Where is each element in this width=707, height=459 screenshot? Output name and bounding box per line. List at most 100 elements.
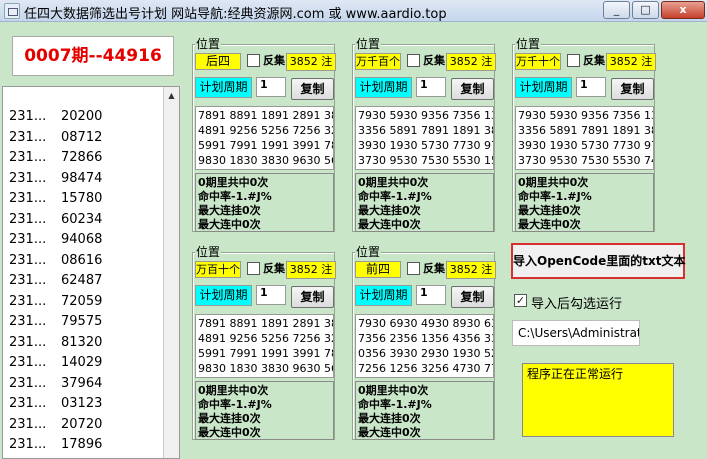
numbers-line: 7930 5930 9356 7356 1356	[358, 109, 493, 122]
invert-checkbox[interactable]	[247, 262, 260, 275]
list-item-issue: 231...	[9, 416, 47, 432]
list-item[interactable]: 231... 94068	[3, 232, 165, 253]
list-item-number: 17896	[61, 437, 103, 452]
numbers-line: 7356 2356 1356 4356 3356	[358, 332, 493, 345]
count-field: 3852 注	[446, 261, 496, 279]
invert-label: 反集	[583, 54, 605, 67]
count-field: 3852 注	[286, 261, 336, 279]
position-select[interactable]: 万百十个	[195, 261, 241, 278]
close-button[interactable]: x	[661, 1, 705, 19]
list-item[interactable]: 231... 60234	[3, 212, 165, 233]
list-item[interactable]: 231... 37964	[3, 376, 165, 397]
numbers-line: 3356 5891 7891 1891 3891	[518, 124, 653, 137]
stats-line: 最大连挂0次	[358, 412, 421, 425]
list-item-issue: 231...	[9, 355, 47, 370]
list-item[interactable]: 231... 03123	[3, 396, 165, 417]
copy-button[interactable]: 复制	[291, 286, 334, 308]
position-select[interactable]: 万千十个	[515, 53, 561, 70]
list-item-issue: 231...	[9, 129, 47, 145]
invert-label: 反集	[423, 262, 445, 275]
list-item-number: 03123	[61, 396, 103, 411]
numbers-box[interactable]: 7930 5930 9356 7356 1356 3356 5891 7891 1…	[515, 106, 654, 170]
plan-cycle-input[interactable]: 1	[576, 77, 606, 97]
list-item[interactable]: 231... 98474	[3, 171, 165, 192]
list-item[interactable]: 231... 72866	[3, 150, 165, 171]
vertical-scrollbar[interactable]: ▲	[163, 87, 179, 458]
list-item-number: 20200	[61, 109, 103, 124]
invert-checkbox[interactable]	[407, 54, 420, 67]
invert-checkbox[interactable]	[407, 262, 420, 275]
list-item-number: 60234	[61, 211, 103, 227]
window-title: 任四大数据筛选出号计划 网站导航:经典资源网.com 或 www.aardio.…	[24, 7, 447, 22]
title-bar: 任四大数据筛选出号计划 网站导航:经典资源网.com 或 www.aardio.…	[0, 0, 707, 22]
copy-button[interactable]: 复制	[291, 78, 334, 100]
numbers-line: 4891 9256 5256 7256 3256	[198, 332, 333, 345]
copy-button[interactable]: 复制	[611, 78, 654, 100]
list-item-issue: 231...	[9, 293, 47, 309]
list-item-number: 98474	[61, 170, 103, 186]
plan-cycle-input[interactable]: 1	[256, 285, 286, 305]
numbers-line: 7930 6930 4930 8930 6356	[358, 317, 493, 330]
plan-cycle-label: 计划周期	[195, 285, 252, 306]
list-item[interactable]: 231... 17896	[3, 437, 165, 458]
invert-checkbox[interactable]	[247, 54, 260, 67]
list-item-issue: 231...	[9, 170, 47, 186]
list-item-issue: 231...	[9, 396, 47, 411]
list-item[interactable]: 231... 62487	[3, 273, 165, 294]
numbers-line: 9830 1830 3830 9630 5630	[198, 154, 333, 167]
list-rows: 231... 20200 231... 08712 231... 72866 231... 9…	[3, 109, 165, 458]
copy-button[interactable]: 复制	[451, 286, 494, 308]
position-select[interactable]: 万千百个	[355, 53, 401, 70]
numbers-line: 7891 8891 1891 2891 3891	[198, 317, 333, 330]
list-item-issue: 231...	[9, 334, 47, 350]
list-item-issue: 231...	[9, 191, 47, 206]
position-select[interactable]: 前四	[355, 261, 401, 278]
list-item[interactable]: 231... 08712	[3, 130, 165, 151]
position-panel: 位置 后四 反集 3852 注计划周期 1 复制 7891 8891 1891 2891 3…	[192, 37, 336, 232]
numbers-box[interactable]: 7891 8891 1891 2891 3891 4891 9256 5256 7…	[195, 106, 334, 170]
position-select[interactable]: 后四	[195, 53, 241, 70]
list-item-number: 79575	[61, 314, 103, 329]
plan-cycle-input[interactable]: 1	[416, 285, 446, 305]
list-item-number: 37964	[61, 375, 103, 391]
stats-line: 最大连中0次	[358, 426, 421, 439]
minimize-button[interactable]: _	[603, 1, 630, 19]
list-item-issue: 231...	[9, 252, 47, 268]
list-item[interactable]: 231... 20200	[3, 109, 165, 130]
scroll-up-icon[interactable]: ▲	[164, 88, 179, 104]
numbers-box[interactable]: 7930 5930 9356 7356 1356 3356 5891 7891 1…	[355, 106, 494, 170]
stats-line: 0期里共中0次	[358, 176, 429, 189]
stats-box: 0期里共中0次 命中率-1.#J% 最大连挂0次 最大连中0次	[355, 381, 494, 440]
position-panel: 位置 前四 反集 3852 注计划周期 1 复制 7930 6930 4930 8930 6…	[352, 245, 496, 440]
import-txt-button[interactable]: 导入OpenCode里面的txt文本	[511, 243, 685, 279]
list-item[interactable]: 231... 81320	[3, 335, 165, 356]
stats-box: 0期里共中0次 命中率-1.#J% 最大连挂0次 最大连中0次	[515, 173, 654, 232]
stats-line: 最大连挂0次	[198, 204, 261, 217]
list-item[interactable]: 231... 15780	[3, 191, 165, 212]
panel-title: 位置	[355, 245, 382, 259]
maximize-button[interactable]: □	[632, 1, 659, 19]
list-item[interactable]: 231... 20720	[3, 417, 165, 438]
list-item-number: 14029	[61, 355, 103, 370]
list-item[interactable]: 231... 08616	[3, 253, 165, 274]
plan-cycle-input[interactable]: 1	[256, 77, 286, 97]
numbers-line: 3930 1930 5730 7730 9730	[518, 139, 653, 152]
list-item-issue: 231...	[9, 109, 47, 124]
auto-run-checkbox[interactable]: ✓	[514, 294, 527, 307]
list-item-issue: 231...	[9, 375, 47, 391]
stats-line: 命中率-1.#J%	[358, 398, 432, 411]
numbers-box[interactable]: 7930 6930 4930 8930 6356 7356 2356 1356 4…	[355, 314, 494, 378]
draw-history-list[interactable]: 231... 20200 231... 08712 231... 72866 231... 9…	[2, 86, 180, 459]
numbers-box[interactable]: 7891 8891 1891 2891 3891 4891 9256 5256 7…	[195, 314, 334, 378]
stats-line: 最大连挂0次	[198, 412, 261, 425]
list-item[interactable]: 231... 72059	[3, 294, 165, 315]
stats-line: 命中率-1.#J%	[518, 190, 592, 203]
copy-button[interactable]: 复制	[451, 78, 494, 100]
list-item[interactable]: 231... 14029	[3, 355, 165, 376]
numbers-line: 0356 3930 2930 1930 5256	[358, 347, 493, 360]
invert-checkbox[interactable]	[567, 54, 580, 67]
plan-cycle-input[interactable]: 1	[416, 77, 446, 97]
numbers-line: 3930 1930 5730 7730 9730	[358, 139, 493, 152]
list-item[interactable]: 231... 79575	[3, 314, 165, 335]
file-path-field[interactable]: C:\Users\Administrato	[512, 320, 640, 346]
